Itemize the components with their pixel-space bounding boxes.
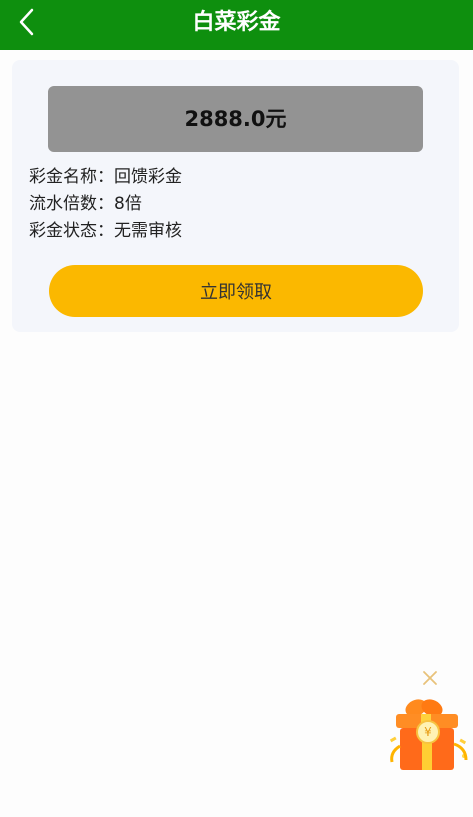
bonus-card: 2888.0元 彩金名称：回馈彩金 流水倍数：8倍 彩金状态：无需审核 立即领取 bbox=[12, 60, 459, 332]
header-bar: 白菜彩金 bbox=[0, 0, 473, 50]
turnover-multiple-value: 8倍 bbox=[114, 194, 142, 214]
bonus-status-row: 彩金状态：无需审核 bbox=[29, 218, 182, 245]
bonus-status-value: 无需审核 bbox=[114, 221, 182, 241]
bonus-name-label: 彩金名称： bbox=[29, 167, 114, 187]
bonus-info: 彩金名称：回馈彩金 流水倍数：8倍 彩金状态：无需审核 bbox=[29, 164, 182, 245]
page-title: 白菜彩金 bbox=[192, 10, 281, 35]
bonus-name-row: 彩金名称：回馈彩金 bbox=[29, 164, 182, 191]
bonus-status-label: 彩金状态： bbox=[29, 221, 114, 241]
svg-text:¥: ¥ bbox=[424, 725, 432, 739]
bonus-amount: 2888.0元 bbox=[48, 86, 423, 152]
turnover-multiple-row: 流水倍数：8倍 bbox=[29, 191, 182, 218]
gift-box-icon[interactable]: ¥ bbox=[386, 696, 472, 776]
bonus-name-value: 回馈彩金 bbox=[114, 167, 182, 187]
turnover-multiple-label: 流水倍数： bbox=[29, 194, 114, 214]
claim-button[interactable]: 立即领取 bbox=[49, 265, 423, 317]
close-icon[interactable] bbox=[420, 668, 440, 688]
